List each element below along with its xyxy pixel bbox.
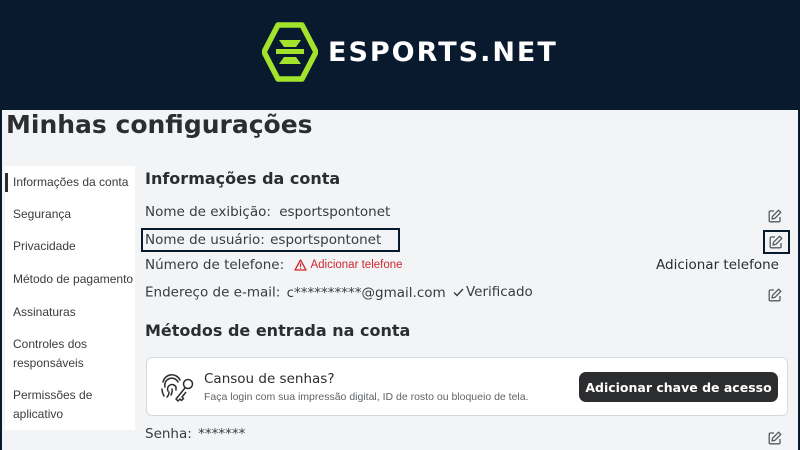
passkey-card-title: Cansou de senhas? [204,371,335,387]
email-label: Endereço de e-mail: [145,284,281,301]
sidebar-item-account-info[interactable]: Informações da conta [5,173,135,192]
username-row: Nome de usuário: esportspontonet [145,232,381,248]
email-verified-text: Verificado [465,284,533,300]
sidebar-item-subscriptions[interactable]: Assinaturas [5,303,135,322]
add-passkey-button[interactable]: Adicionar chave de acesso [579,372,778,402]
sidebar-item-payment-method[interactable]: Método de pagamento [5,270,135,289]
pencil-square-icon [769,235,783,249]
warning-triangle-icon [294,259,308,271]
sidebar-item-privacy[interactable]: Privacidade [5,237,135,256]
password-value: ******* [198,426,246,442]
sidebar-item-app-permissions[interactable]: Permissões de aplicativo [5,386,115,424]
email-value: c**********@gmail.com [286,284,446,301]
top-banner: ESPORTS.NET [0,0,800,110]
phone-warning-text: Adicionar telefone [310,259,403,271]
brand-name: ESPORTS.NET [328,36,558,68]
esports-net-logo[interactable]: ESPORTS.NET [262,22,558,82]
pencil-square-icon [768,431,782,445]
sidebar-item-parental-controls[interactable]: Controles dos responsáveis [5,335,125,373]
pencil-square-icon [768,288,782,302]
edit-password-button[interactable] [767,430,783,446]
password-row: Senha: ******* [145,426,245,442]
edit-username-button[interactable] [768,234,784,250]
pencil-square-icon [768,209,782,223]
password-label: Senha: [145,426,192,442]
email-row: Endereço de e-mail: c**********@gmail.co… [145,284,533,301]
username-value: esportspontonet [270,232,382,248]
phone-label: Número de telefone: [145,257,285,273]
checkmark-icon [453,288,464,297]
username-label: Nome de usuário: [145,232,265,248]
passkey-card: Cansou de senhas? Faça login com sua imp… [146,357,788,416]
sign-in-methods-title: Métodos de entrada na conta [145,321,411,340]
edit-email-button[interactable] [767,287,783,303]
phone-row: Número de telefone: Adicionar telefone [145,257,403,273]
display-name-value: esportspontonet [279,204,391,220]
display-name-row: Nome de exibição: esportspontonet [145,204,390,220]
passkey-card-subtitle: Faça login com sua impressão digital, ID… [204,391,529,403]
display-name-label: Nome de exibição: [145,204,271,220]
add-phone-button[interactable]: Adicionar telefone [656,257,779,273]
settings-sidebar: Informações da conta Segurança Privacida… [5,166,135,430]
sidebar-item-security[interactable]: Segurança [5,205,135,224]
fingerprint-key-icon [159,370,197,408]
edit-display-name-button[interactable] [767,208,783,224]
email-verified-badge: Verificado [453,284,533,300]
left-edge [0,110,2,450]
phone-warning: Adicionar telefone [294,259,403,271]
account-info-title: Informações da conta [145,169,341,188]
page-title: Minhas configurações [6,110,313,139]
esports-logo-icon [262,22,318,82]
